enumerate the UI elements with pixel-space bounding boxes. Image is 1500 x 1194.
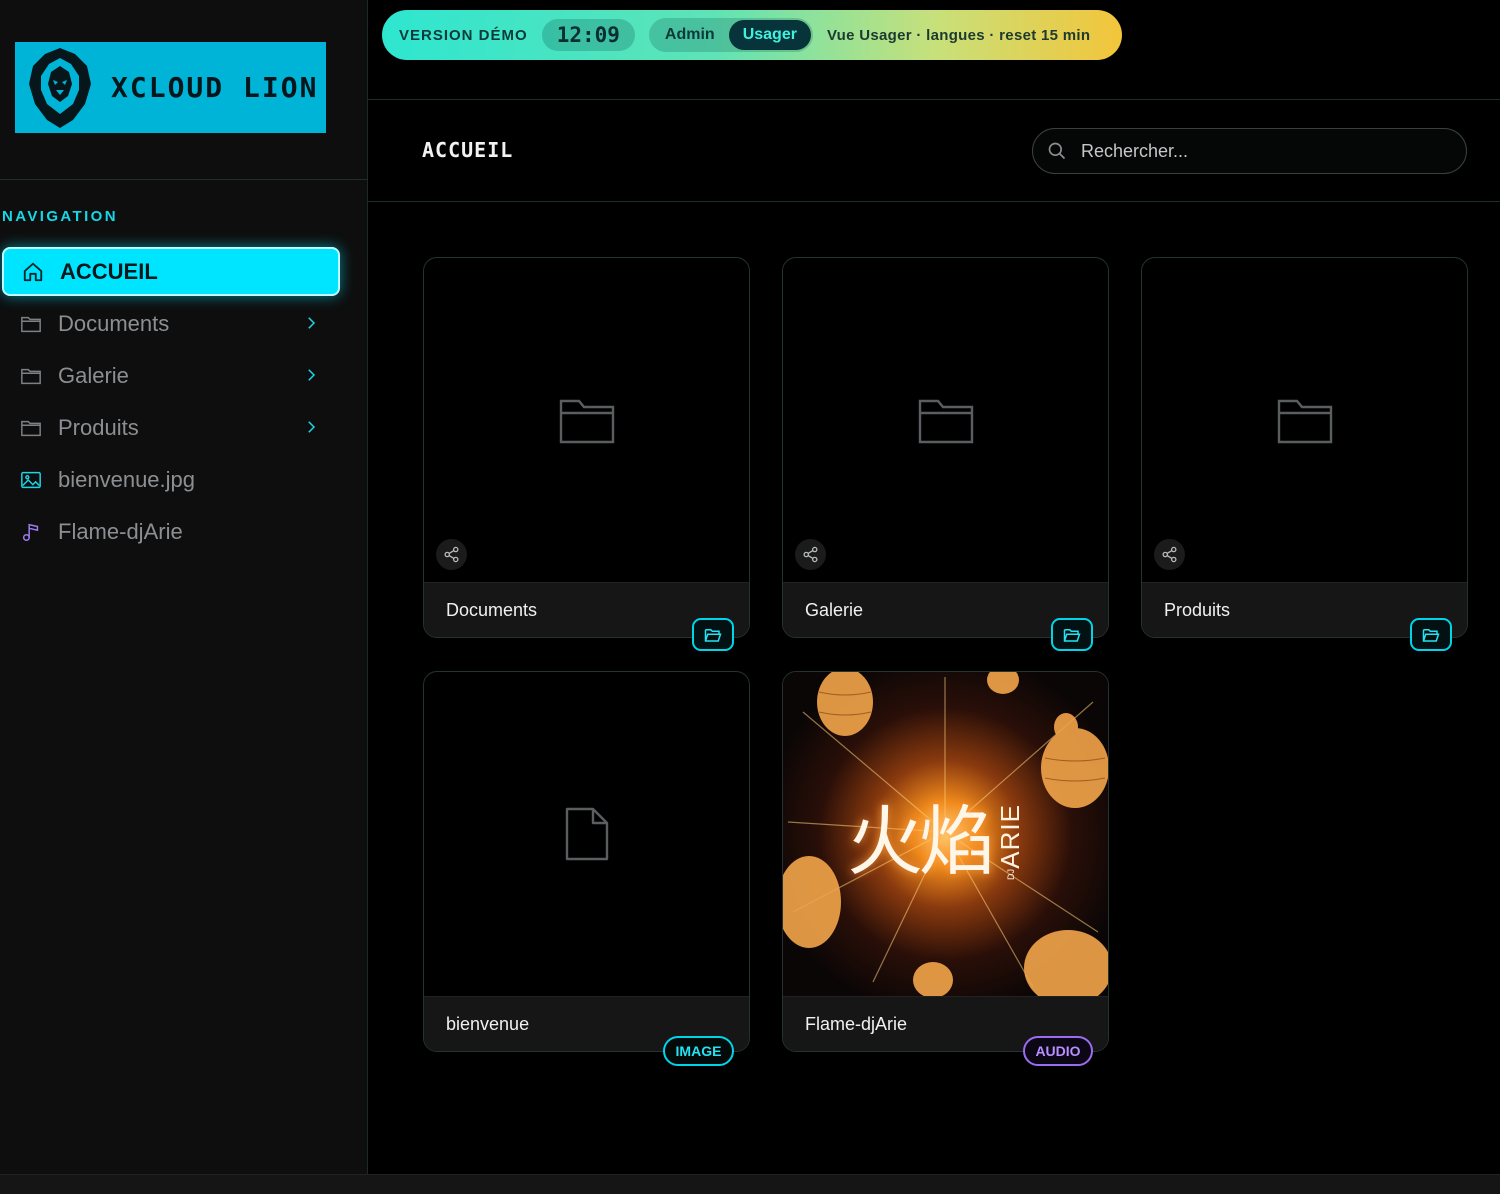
share-icon (1162, 546, 1177, 563)
artwork-side-text: ARIE DJ (995, 804, 1026, 880)
artwork-prefix: DJ (1005, 869, 1016, 880)
role-usager-button[interactable]: Usager (728, 20, 811, 50)
open-folder-button[interactable] (1410, 618, 1452, 651)
sidebar: XCLOUD LION NAVIGATION ACCUEIL Documents… (0, 0, 368, 1174)
chevron-right-icon[interactable] (302, 314, 320, 332)
card-thumbnail (424, 258, 749, 582)
open-folder-button[interactable] (1051, 618, 1093, 651)
sidebar-item-label: Documents (58, 310, 170, 336)
sidebar-item-label: bienvenue.jpg (58, 466, 196, 492)
card-name: Documents (446, 600, 538, 620)
folder-open-icon (1422, 628, 1440, 642)
music-icon (20, 521, 42, 543)
sidebar-item-label: Galerie (58, 362, 129, 388)
card-thumbnail (783, 258, 1108, 582)
header-divider (368, 201, 1500, 202)
demo-banner: VERSION DÉMO 12:09 Admin Usager Vue Usag… (382, 10, 1122, 60)
page-title: ACCUEIL (422, 138, 514, 162)
folder-icon (20, 417, 42, 439)
card-thumbnail (424, 672, 749, 996)
folder-open-icon (704, 628, 722, 642)
sidebar-item-documents[interactable]: Documents (2, 299, 340, 348)
status-bar (0, 1174, 1500, 1194)
artwork-glyphs: 火焰 (847, 797, 995, 886)
sidebar-item-bienvenue[interactable]: bienvenue.jpg (2, 455, 340, 504)
search-input[interactable] (1081, 140, 1441, 162)
search-box[interactable] (1032, 128, 1467, 174)
role-admin-button[interactable]: Admin (651, 20, 729, 50)
home-icon (22, 261, 44, 283)
search-icon (1048, 142, 1066, 160)
image-icon (20, 469, 42, 491)
chevron-right-icon[interactable] (302, 366, 320, 384)
sidebar-divider (0, 179, 368, 180)
folder-icon (1277, 399, 1332, 444)
file-card-bienvenue[interactable]: bienvenue (423, 671, 750, 1052)
nav-heading: NAVIGATION (2, 208, 118, 225)
card-name: Flame-djArie (805, 1014, 908, 1034)
folder-icon (918, 399, 973, 444)
share-button[interactable] (795, 539, 826, 570)
folder-open-icon (1063, 628, 1081, 642)
album-artwork: 火焰 ARIE DJ (783, 672, 1108, 996)
sidebar-item-label: Produits (58, 414, 139, 440)
artwork-artist: ARIE (995, 804, 1025, 869)
folder-icon (20, 365, 42, 387)
file-icon (565, 807, 608, 861)
folder-icon (559, 399, 614, 444)
card-name: Produits (1164, 600, 1231, 620)
share-icon (444, 546, 459, 563)
share-icon (803, 546, 818, 563)
artwork-title: 火焰 ARIE DJ (847, 780, 1026, 890)
sidebar-item-galerie[interactable]: Galerie (2, 351, 340, 400)
sidebar-item-label: ACCUEIL (60, 258, 158, 284)
sidebar-item-label: Flame-djArie (58, 518, 183, 544)
role-switch: Admin Usager (648, 18, 813, 52)
share-button[interactable] (436, 539, 467, 570)
chevron-right-icon[interactable] (302, 418, 320, 436)
share-button[interactable] (1154, 539, 1185, 570)
brand-name: XCLOUD LION (111, 71, 319, 104)
card-name: Galerie (805, 600, 864, 620)
sidebar-item-flame-djarie[interactable]: Flame-djArie (2, 507, 340, 556)
brand-logo[interactable]: XCLOUD LION (15, 42, 326, 133)
demo-timer: 12:09 (541, 19, 635, 51)
folder-card-produits[interactable]: Produits (1141, 257, 1468, 638)
open-folder-button[interactable] (692, 618, 734, 651)
file-type-badge: IMAGE (663, 1036, 734, 1066)
topbar-divider (368, 99, 1500, 100)
card-thumbnail (1142, 258, 1467, 582)
file-type-badge: AUDIO (1023, 1036, 1093, 1066)
sidebar-item-produits[interactable]: Produits (2, 403, 340, 452)
folder-icon (20, 313, 42, 335)
card-name: bienvenue (446, 1014, 530, 1034)
lion-logo-icon (29, 47, 91, 128)
folder-card-galerie[interactable]: Galerie (782, 257, 1109, 638)
demo-label: VERSION DÉMO (399, 26, 528, 44)
folder-card-documents[interactable]: Documents (423, 257, 750, 638)
sidebar-item-accueil[interactable]: ACCUEIL (2, 247, 340, 296)
nav-list: ACCUEIL Documents Galerie Produits bienv… (2, 247, 340, 559)
demo-info: Vue Usager · langues · reset 15 min (826, 26, 1091, 44)
audio-card-flame-djarie[interactable]: 火焰 ARIE DJ Flame-djArie (782, 671, 1109, 1052)
